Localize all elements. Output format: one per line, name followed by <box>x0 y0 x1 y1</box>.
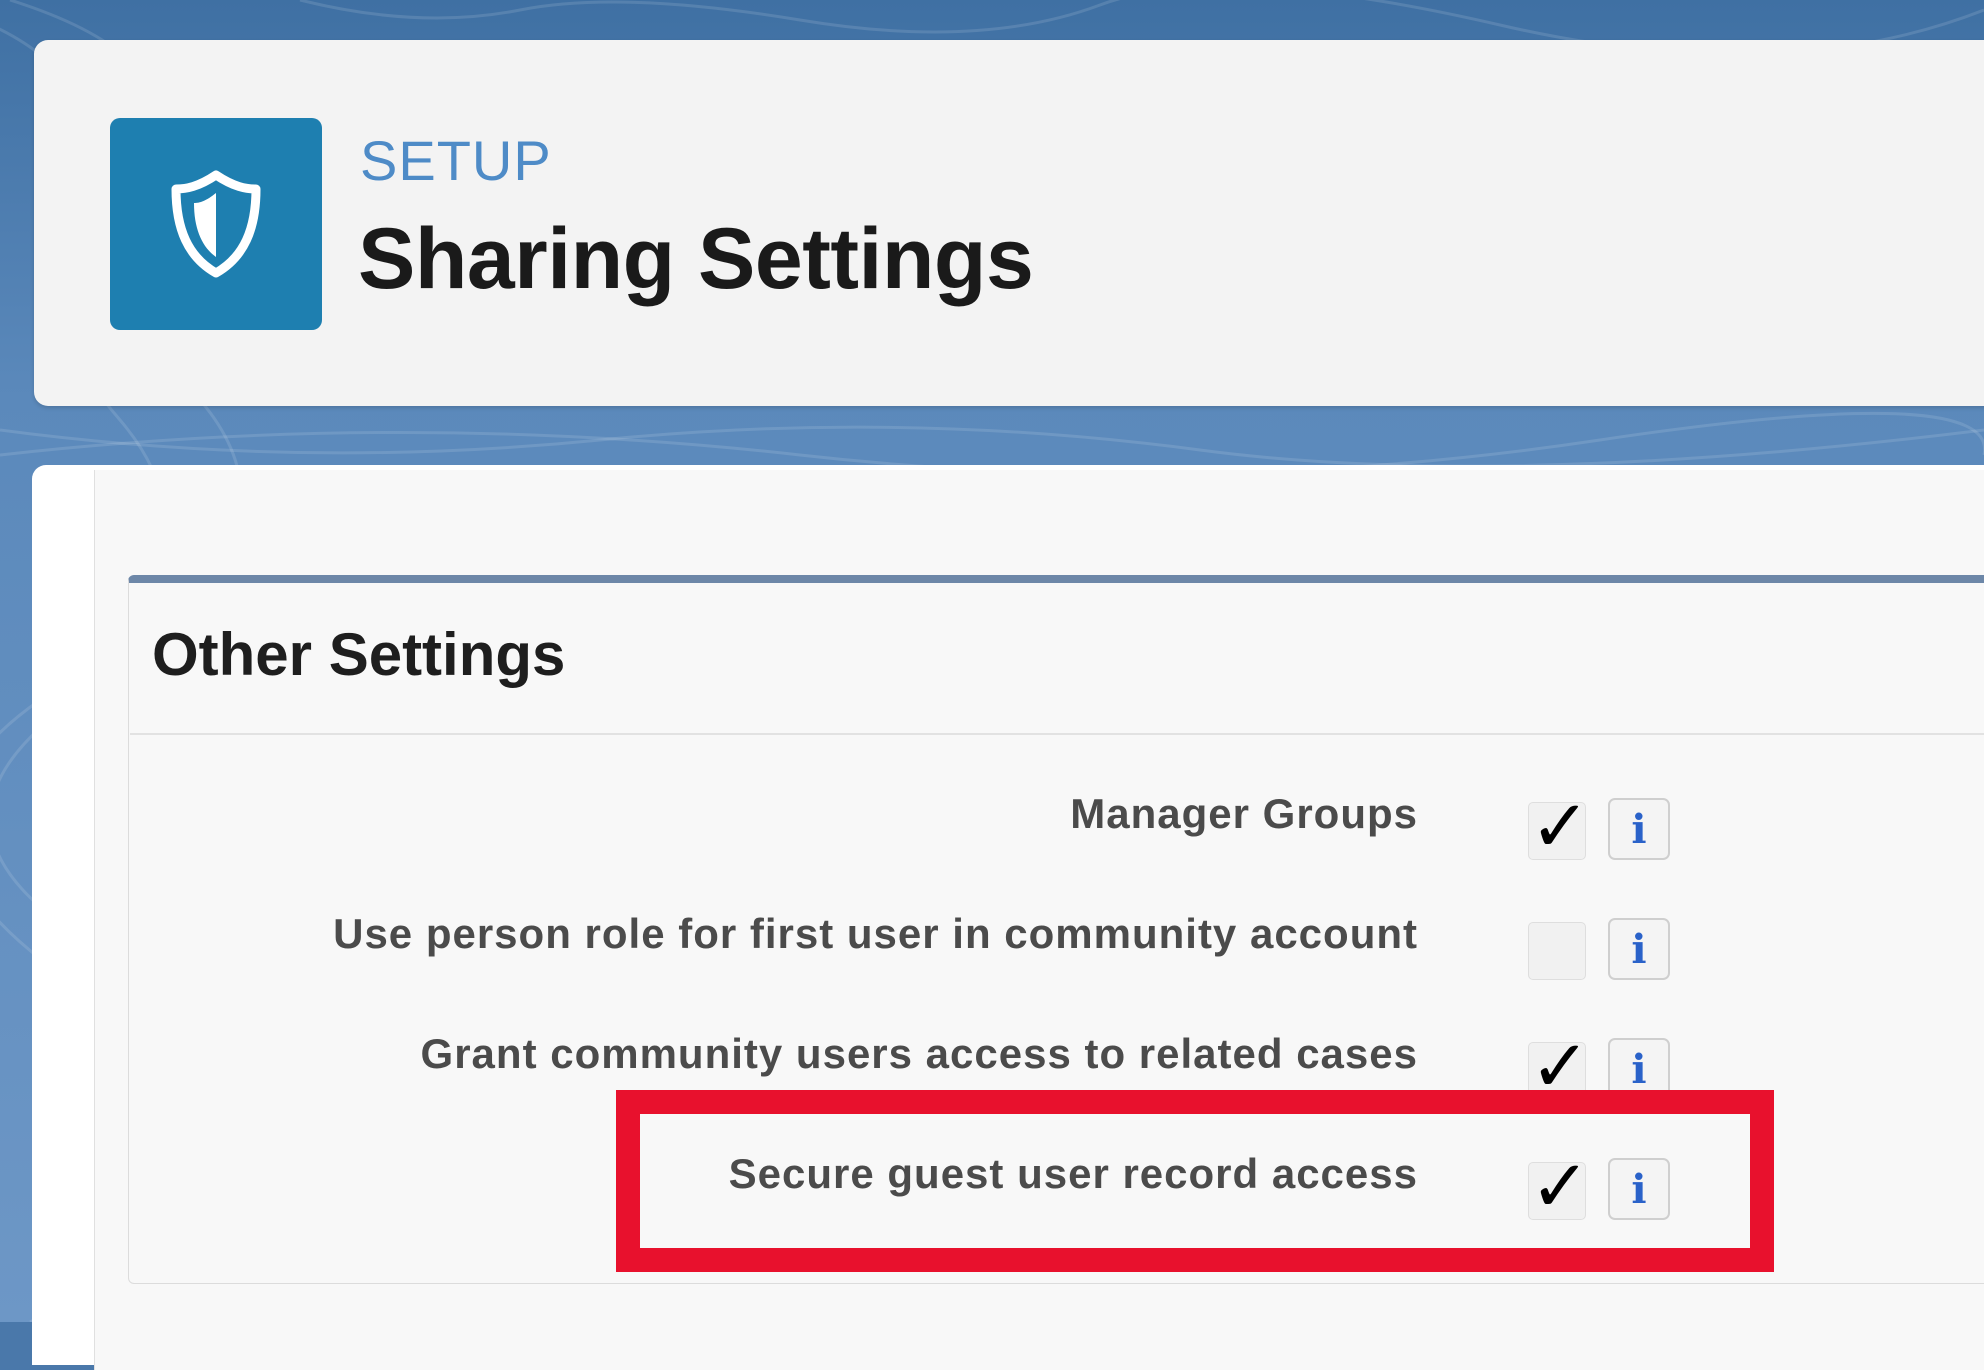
checkmark-icon: ✓ <box>1530 784 1591 868</box>
section-divider <box>130 733 1984 735</box>
section-title: Other Settings <box>152 621 566 688</box>
breadcrumb[interactable]: SETUP <box>360 128 552 193</box>
info-button-manager-groups[interactable]: i <box>1608 798 1670 860</box>
page-title: Sharing Settings <box>358 211 1034 307</box>
shield-icon <box>171 170 261 278</box>
setting-label-related-cases: Grant community users access to related … <box>420 1030 1418 1077</box>
header-icon-tile <box>110 118 322 330</box>
setting-label-person-role: Use person role for first user in commun… <box>333 910 1418 957</box>
setting-label-manager-groups: Manager Groups <box>1070 790 1418 837</box>
info-icon: i <box>1631 925 1647 973</box>
info-icon: i <box>1631 805 1647 853</box>
checkbox-person-role[interactable] <box>1528 922 1586 980</box>
info-icon: i <box>1631 1045 1647 1093</box>
highlight-box <box>616 1090 1774 1272</box>
info-button-person-role[interactable]: i <box>1608 918 1670 980</box>
